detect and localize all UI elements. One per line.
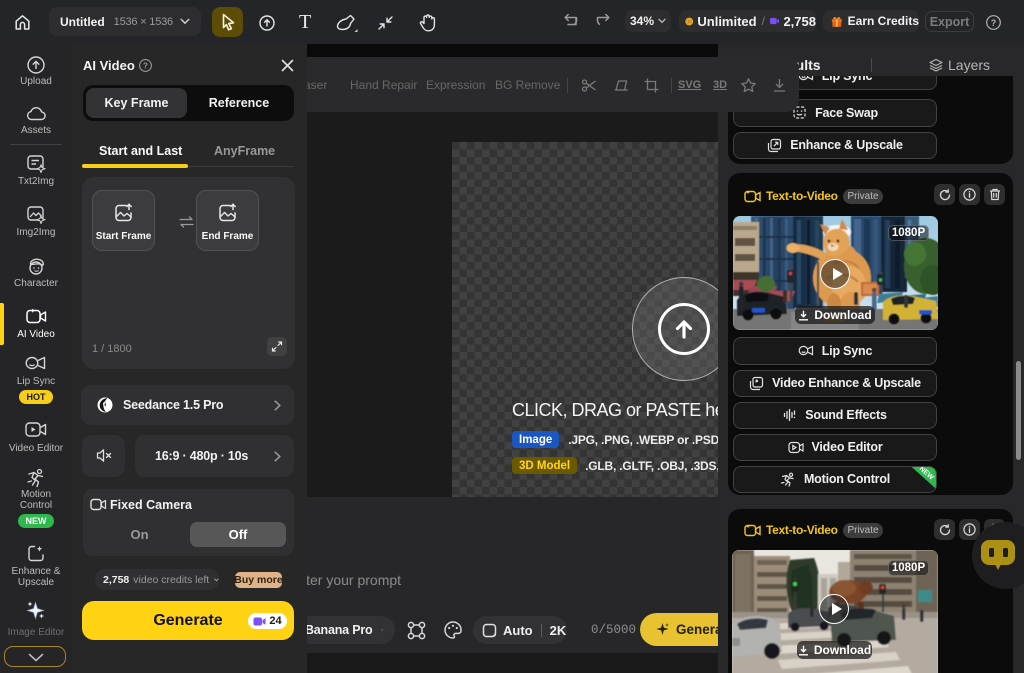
svg-text:?: ?: [143, 61, 148, 70]
svg-text:?: ?: [991, 17, 997, 27]
svg-text:D: D: [687, 19, 691, 25]
